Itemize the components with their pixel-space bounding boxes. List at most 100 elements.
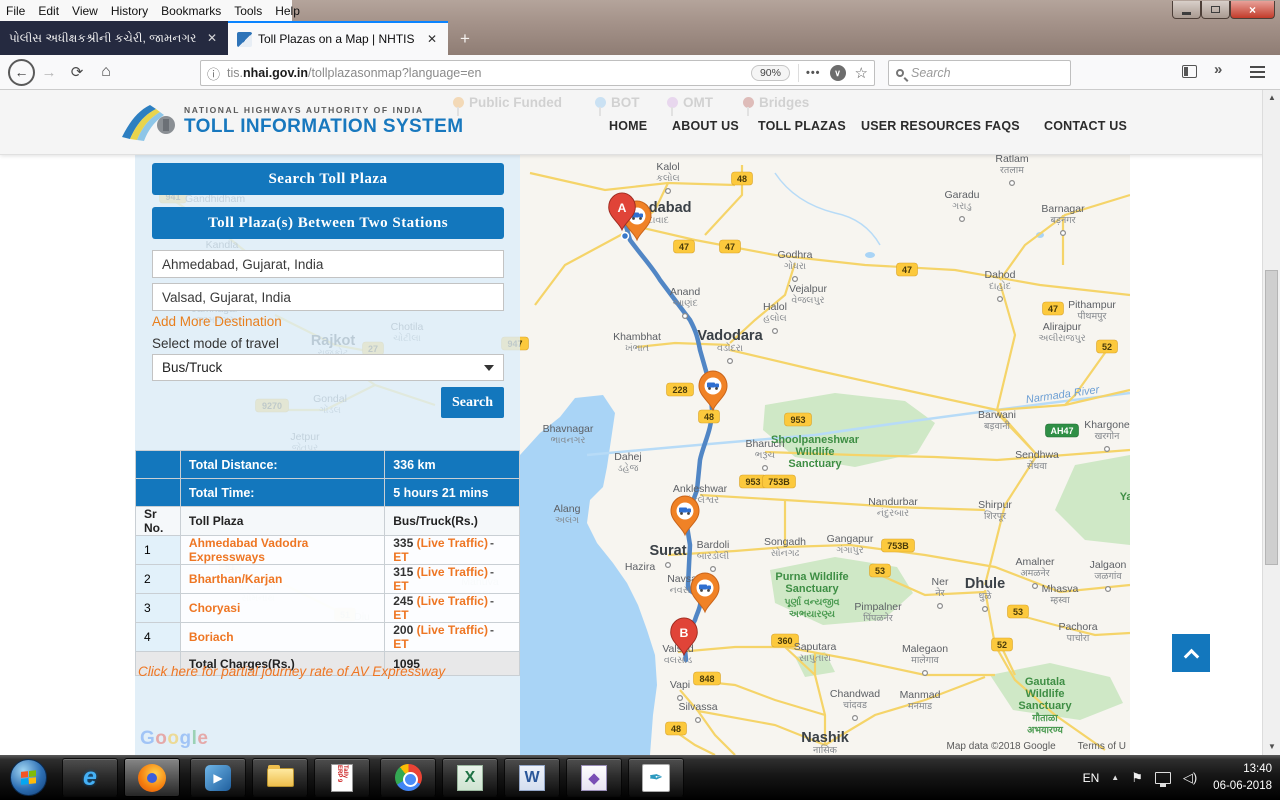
terms-link[interactable]: Terms of U xyxy=(1078,741,1126,752)
scrollbar-up-arrow[interactable]: ▲ xyxy=(1263,90,1280,106)
sidebar-icon[interactable] xyxy=(1182,65,1197,78)
site-nav-item[interactable]: ABOUT US xyxy=(672,119,739,133)
tally-erp-icon: Tally ERP 9 xyxy=(331,764,353,792)
menu-item[interactable]: Bookmarks xyxy=(161,4,221,18)
menu-item[interactable]: History xyxy=(111,4,148,18)
search-bar[interactable]: Search xyxy=(888,60,1071,86)
map-label-local: धुळे xyxy=(978,590,992,602)
map-container[interactable]: 48474747475222848953AH47953753B753B53535… xyxy=(135,155,1130,755)
page-scrollbar[interactable]: ▲ ▼ xyxy=(1262,90,1280,755)
clock[interactable]: 13:40 06-06-2018 xyxy=(1213,761,1272,794)
site-nav-item[interactable]: HOME xyxy=(609,119,647,133)
menu-item[interactable]: Tools xyxy=(234,4,262,18)
origin-input[interactable] xyxy=(152,250,504,278)
search-toll-plaza-button[interactable]: Search Toll Plaza xyxy=(152,163,504,195)
page-actions-icon[interactable]: ••• xyxy=(806,67,821,79)
et-link[interactable]: ET xyxy=(393,608,408,622)
back-icon[interactable]: ← xyxy=(8,59,35,86)
taskbar-firefox[interactable] xyxy=(124,758,180,797)
site-info-icon[interactable]: ⓘ xyxy=(207,64,220,83)
map-label: गौताळा xyxy=(1031,712,1058,724)
live-traffic-link[interactable]: (Live Traffic) xyxy=(417,623,488,637)
pocket-icon[interactable]: ∨ xyxy=(830,65,846,81)
site-logo[interactable]: NATIONAL HIGHWAYS AUTHORITY OF INDIA TOL… xyxy=(120,101,463,141)
map-label: Halol xyxy=(763,301,787,313)
search-button[interactable]: Search xyxy=(441,387,504,418)
language-indicator[interactable]: EN xyxy=(1083,771,1100,785)
map-label: અભયારણ્ય xyxy=(789,609,835,620)
toll-plaza-link[interactable]: Boriach xyxy=(189,630,234,644)
scrollbar-down-arrow[interactable]: ▼ xyxy=(1263,739,1280,755)
forward-icon[interactable]: → xyxy=(35,64,63,81)
svg-text:B: B xyxy=(680,626,689,640)
live-traffic-link[interactable]: (Live Traffic) xyxy=(417,536,488,550)
et-link[interactable]: ET xyxy=(393,579,408,593)
mode-of-travel-select[interactable]: Bus/Truck xyxy=(152,354,504,381)
site-nav-item[interactable]: FAQS xyxy=(985,119,1020,133)
taskbar-photo-viewer[interactable]: ◆ xyxy=(566,758,622,797)
scrollbar-thumb[interactable] xyxy=(1265,270,1278,565)
toll-plaza-link[interactable]: Ahmedabad Vadodra Expressways xyxy=(189,536,308,564)
close-button[interactable]: × xyxy=(1230,1,1275,19)
tab-inactive[interactable]: પોલીસ અધીક્ષકશ્રીની કચેરી, જામનગર ✕ xyxy=(0,21,228,55)
taskbar-ie[interactable]: e xyxy=(62,758,118,797)
toll-plaza-link[interactable]: Choryasi xyxy=(189,601,240,615)
partial-journey-link[interactable]: Click here for partial journey rate of A… xyxy=(138,664,445,679)
map-label: Purna Wildlife xyxy=(775,571,848,583)
minimize-button[interactable] xyxy=(1172,1,1201,19)
restore-button[interactable] xyxy=(1201,1,1230,19)
menu-item[interactable]: View xyxy=(72,4,98,18)
truck-icon xyxy=(699,585,707,590)
taskbar-tally[interactable]: Tally ERP 9 xyxy=(314,758,370,797)
volume-icon[interactable]: ◁) xyxy=(1183,770,1197,786)
taskbar-media-player[interactable]: ▶ xyxy=(190,758,246,797)
tab-close-icon[interactable]: ✕ xyxy=(425,32,439,46)
destination-input[interactable] xyxy=(152,283,504,311)
menu-item[interactable]: Edit xyxy=(38,4,59,18)
taskbar-word[interactable]: W xyxy=(504,758,560,797)
hidden-icons-arrow[interactable]: ▲ xyxy=(1111,773,1119,782)
map-label: Jalgaon xyxy=(1090,559,1127,571)
road-badge-label: 48 xyxy=(704,412,714,422)
site-nav-item[interactable]: TOLL PLAZAS xyxy=(758,119,846,133)
url-bar[interactable]: ⓘ tis.nhai.gov.in/tollplazasonmap?langua… xyxy=(200,60,875,86)
divider xyxy=(798,64,799,82)
start-button[interactable] xyxy=(10,759,47,796)
et-link[interactable]: ET xyxy=(393,637,408,651)
add-more-destination-link[interactable]: Add More Destination xyxy=(152,314,282,329)
overflow-chevrons-icon[interactable]: » xyxy=(1214,61,1222,78)
toll-between-stations-button[interactable]: Toll Plaza(s) Between Two Stations xyxy=(152,207,504,239)
taskbar-excel[interactable]: X xyxy=(442,758,498,797)
scroll-to-top-button[interactable] xyxy=(1172,634,1210,672)
taskbar-file-explorer[interactable] xyxy=(252,758,308,797)
reload-icon[interactable]: ⟳ xyxy=(63,63,91,81)
zoom-level-badge[interactable]: 90% xyxy=(751,65,790,81)
tab-close-icon[interactable]: ✕ xyxy=(205,31,219,45)
menu-item[interactable]: Help xyxy=(275,4,300,18)
new-tab-button[interactable]: + xyxy=(452,27,478,51)
map-label: Amalner xyxy=(1015,556,1055,568)
bookmark-star-icon[interactable]: ☆ xyxy=(855,64,868,82)
road-badge-label: 47 xyxy=(902,265,912,275)
network-icon[interactable] xyxy=(1155,772,1171,784)
live-traffic-link[interactable]: (Live Traffic) xyxy=(417,565,488,579)
map-town-dot xyxy=(1061,231,1066,236)
action-center-flag-icon[interactable]: ⚑ xyxy=(1131,770,1143,786)
et-link[interactable]: ET xyxy=(393,550,408,564)
truck-icon xyxy=(679,508,687,513)
taskbar-sqlyog[interactable]: ✒ xyxy=(628,758,684,797)
site-nav-item[interactable]: USER RESOURCES xyxy=(861,119,981,133)
tab-active[interactable]: Toll Plazas on a Map | NHTIS ✕ xyxy=(228,21,448,55)
map-label-local: मनमाड xyxy=(908,701,933,712)
taskbar-chrome[interactable] xyxy=(380,758,436,797)
search-icon xyxy=(896,69,904,77)
menu-item[interactable]: File xyxy=(6,4,25,18)
home-icon[interactable]: ⌂ xyxy=(91,63,121,81)
site-nav-item[interactable]: CONTACT US xyxy=(1044,119,1127,133)
row-sr: 2 xyxy=(136,565,181,594)
map-label-local: बड़वानी xyxy=(984,420,1011,432)
live-traffic-link[interactable]: (Live Traffic) xyxy=(417,594,488,608)
media-player-icon: ▶ xyxy=(205,765,231,791)
toll-plaza-link[interactable]: Bharthan/Karjan xyxy=(189,572,282,586)
menu-hamburger-icon[interactable] xyxy=(1250,66,1265,81)
